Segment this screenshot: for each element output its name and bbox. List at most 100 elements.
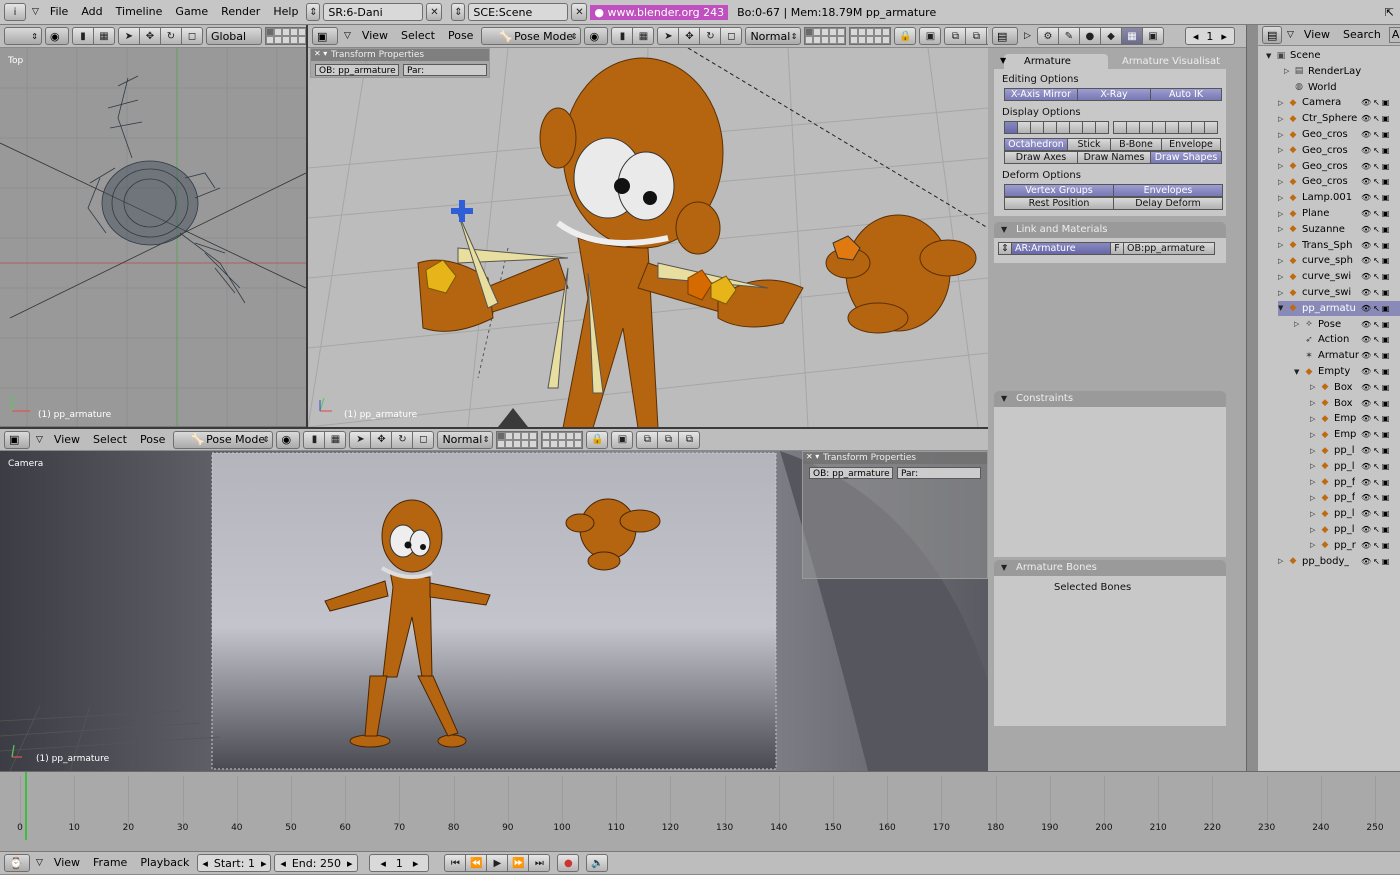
- object-name-field[interactable]: OB: pp_armature: [809, 467, 893, 479]
- expand-triangle-icon[interactable]: ▷: [1310, 541, 1319, 549]
- render-icon[interactable]: ▣: [1382, 351, 1390, 360]
- object-link-field[interactable]: OB:pp_armature: [1123, 242, 1215, 255]
- render-icon[interactable]: ▣: [1382, 383, 1390, 392]
- armature-name-field[interactable]: AR:Armature: [1011, 242, 1111, 255]
- expand-triangle-icon[interactable]: ▷: [1278, 257, 1287, 265]
- armature-tab[interactable]: Armature: [1004, 54, 1108, 69]
- rotate-icon[interactable]: ↻: [391, 430, 414, 449]
- rotate-icon[interactable]: ↻: [699, 27, 722, 45]
- menu-game[interactable]: Game: [170, 2, 213, 22]
- render-icon[interactable]: ▣: [1382, 367, 1390, 376]
- visibility-toggles[interactable]: 👁 ↖ ▣: [1361, 272, 1389, 281]
- outliner-item[interactable]: ➶ Action 👁 ↖ ▣: [1294, 332, 1400, 347]
- visibility-toggles[interactable]: 👁 ↖ ▣: [1361, 462, 1389, 471]
- paste-icon[interactable]: ⧉: [965, 27, 988, 45]
- object-name-field[interactable]: OB: pp_armature: [315, 64, 399, 76]
- select-arrow-icon[interactable]: ➤: [657, 27, 680, 45]
- expand-triangle-icon[interactable]: ▷: [1278, 557, 1287, 565]
- shade-icon[interactable]: ▦: [632, 27, 655, 45]
- screen-delete-icon[interactable]: ✕: [426, 3, 443, 21]
- expand-triangle-icon[interactable]: ▷: [1278, 194, 1287, 202]
- stick-button[interactable]: Stick: [1067, 138, 1111, 151]
- visibility-toggles[interactable]: 👁 ↖ ▣: [1361, 162, 1389, 171]
- menu-view[interactable]: View: [357, 26, 393, 46]
- draw-names-button[interactable]: Draw Names: [1077, 151, 1151, 164]
- collapse-menu-icon[interactable]: ▽: [33, 435, 46, 445]
- visibility-toggles[interactable]: 👁 ↖ ▣: [1361, 98, 1389, 107]
- render-icon[interactable]: ▣: [1382, 256, 1390, 265]
- envelope-button[interactable]: Envelope: [1161, 138, 1221, 151]
- rotate-icon[interactable]: ↻: [160, 27, 182, 45]
- outliner-item[interactable]: ▷ ◆ Geo_cros 👁 ↖ ▣: [1278, 143, 1400, 158]
- eye-icon[interactable]: 👁: [1361, 256, 1371, 265]
- visibility-toggles[interactable]: 👁 ↖ ▣: [1361, 193, 1389, 202]
- view-type-dropdown[interactable]: ▣: [4, 430, 30, 449]
- outliner-item[interactable]: ▷ ◆ Geo_cros 👁 ↖ ▣: [1278, 127, 1400, 142]
- expand-triangle-icon[interactable]: ▷: [1278, 241, 1287, 249]
- visibility-toggles[interactable]: 👁 ↖ ▣: [1361, 367, 1389, 376]
- lock-icon[interactable]: 🔒: [586, 430, 609, 449]
- b-bone-button[interactable]: B-Bone: [1110, 138, 1162, 151]
- auto-ik-button[interactable]: Auto IK: [1150, 88, 1222, 101]
- outliner-item[interactable]: ▷ ◆ pp_body_ 👁 ↖ ▣: [1278, 554, 1400, 569]
- arrow-icon[interactable]: ↖: [1373, 541, 1380, 550]
- eye-icon[interactable]: 👁: [1361, 367, 1371, 376]
- render-icon[interactable]: ▣: [1382, 162, 1390, 171]
- window-type-dropdown[interactable]: ▤: [1262, 26, 1282, 44]
- menu-view[interactable]: View: [1299, 25, 1335, 45]
- render-icon[interactable]: ▣: [1382, 462, 1390, 471]
- transform-properties-panel[interactable]: Transform Properties ✕ ▾ OB: pp_armature…: [802, 451, 988, 579]
- scale-icon[interactable]: ◻: [181, 27, 203, 45]
- visibility-toggles[interactable]: 👁 ↖ ▣: [1361, 430, 1389, 439]
- render-icon[interactable]: ▣: [1382, 509, 1390, 518]
- paste-flip-icon[interactable]: ⧉: [678, 430, 701, 449]
- eye-icon[interactable]: 👁: [1361, 525, 1371, 534]
- expand-triangle-icon[interactable]: ▷: [1284, 67, 1293, 75]
- arrow-icon[interactable]: ↖: [1373, 130, 1380, 139]
- x-ray-button[interactable]: X-Ray: [1077, 88, 1151, 101]
- transform-properties-title[interactable]: Transform Properties: [311, 49, 489, 61]
- collapse-menu-icon[interactable]: ▽: [29, 7, 42, 17]
- visibility-toggles[interactable]: 👁 ↖ ▣: [1361, 177, 1389, 186]
- octahedron-button[interactable]: Octahedron: [1004, 138, 1068, 151]
- layer-buttons-b[interactable]: [541, 430, 584, 449]
- copy-icon[interactable]: ⧉: [944, 27, 967, 45]
- translate-icon[interactable]: ✥: [139, 27, 161, 45]
- visibility-toggles[interactable]: 👁 ↖ ▣: [1361, 509, 1389, 518]
- armature-visualisation-tab[interactable]: Armature Visualisat: [1112, 54, 1226, 69]
- outliner-item[interactable]: ▷ ◆ pp_l 👁 ↖ ▣: [1310, 443, 1400, 458]
- pivot-dropdown[interactable]: ◉: [276, 430, 301, 449]
- arrow-icon[interactable]: ↖: [1373, 399, 1380, 408]
- visibility-toggles[interactable]: 👁 ↖ ▣: [1361, 541, 1389, 550]
- visibility-toggles[interactable]: 👁 ↖ ▣: [1361, 256, 1389, 265]
- audio-sync-icon[interactable]: 🔈: [586, 854, 609, 872]
- bone-layers-a[interactable]: [1004, 121, 1109, 134]
- eye-icon[interactable]: 👁: [1361, 130, 1371, 139]
- expand-triangle-icon[interactable]: ▷: [1310, 478, 1319, 486]
- eye-icon[interactable]: 👁: [1361, 241, 1371, 250]
- render-icon[interactable]: ▣: [1382, 241, 1390, 250]
- timeline[interactable]: 0 10 20 30 40 50 60 70 80 90 100 110 120 130 140 150 160…: [0, 771, 1400, 851]
- expand-triangle-icon[interactable]: ▷: [1278, 115, 1287, 123]
- arrow-icon[interactable]: ↖: [1373, 430, 1380, 439]
- object-icon[interactable]: ◆: [1099, 27, 1122, 45]
- eye-icon[interactable]: 👁: [1361, 541, 1371, 550]
- render-icon[interactable]: ▣: [1382, 478, 1390, 487]
- menu-help[interactable]: Help: [268, 2, 303, 22]
- menu-playback[interactable]: Playback: [135, 853, 194, 873]
- outliner-item[interactable]: ▷ ◆ curve_swi 👁 ↖ ▣: [1278, 285, 1400, 300]
- eye-icon[interactable]: 👁: [1361, 335, 1371, 344]
- eye-icon[interactable]: 👁: [1361, 478, 1371, 487]
- eye-icon[interactable]: 👁: [1361, 98, 1371, 107]
- eye-icon[interactable]: 👁: [1361, 383, 1371, 392]
- select-arrow-icon[interactable]: ➤: [349, 430, 372, 449]
- maximize-icon[interactable]: ⇱: [1385, 6, 1394, 19]
- render-preview-icon[interactable]: ▣: [919, 27, 942, 45]
- view-type-dropdown[interactable]: ▣: [312, 27, 338, 45]
- outliner-item[interactable]: ▷ ◆ pp_l 👁 ↖ ▣: [1310, 506, 1400, 521]
- collapse-menu-icon[interactable]: ▷: [1021, 31, 1034, 41]
- expand-triangle-icon[interactable]: ▷: [1278, 131, 1287, 139]
- record-icon[interactable]: ●: [557, 854, 580, 872]
- outliner-item[interactable]: ▼ ◆ Empty 👁 ↖ ▣: [1294, 364, 1400, 379]
- outliner-item[interactable]: ▼ ▣ Scene: [1266, 48, 1400, 63]
